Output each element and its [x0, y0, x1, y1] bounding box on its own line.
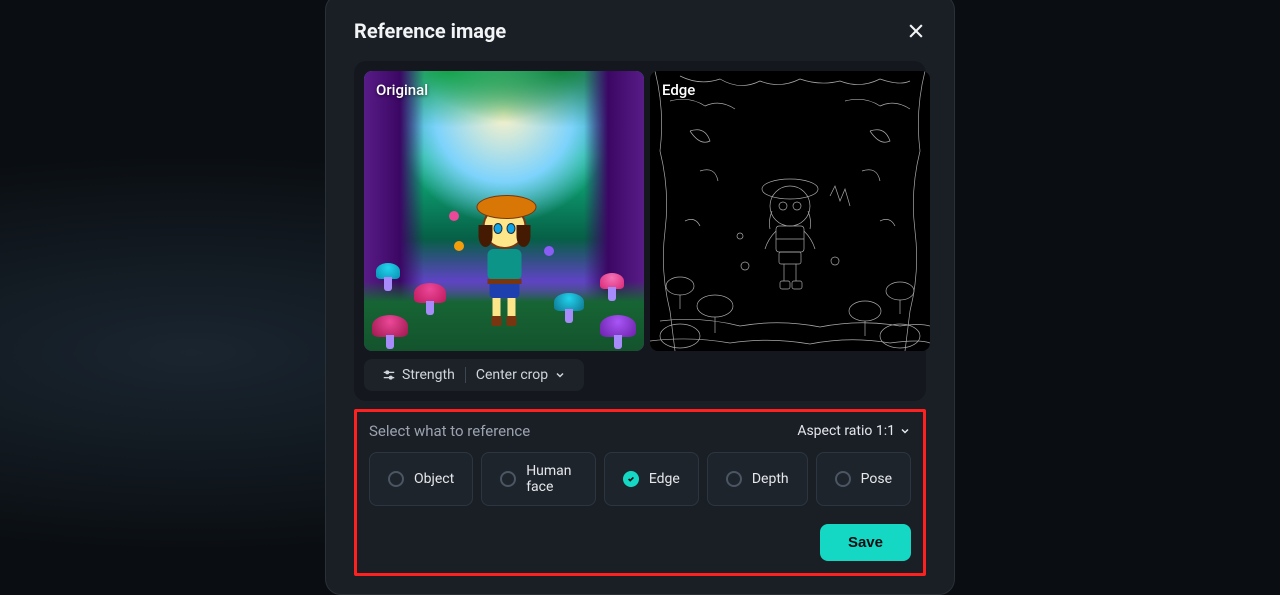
image-comparison-row: Original: [364, 71, 916, 351]
aspect-ratio-label: Aspect ratio 1:1: [797, 423, 895, 439]
option-label: Pose: [861, 471, 892, 487]
checkmark-icon: [627, 475, 635, 483]
section-header: Select what to reference Aspect ratio 1:…: [369, 422, 911, 440]
option-depth[interactable]: Depth: [707, 452, 808, 506]
strength-label: Strength: [402, 367, 455, 383]
crop-label: Center crop: [476, 367, 548, 383]
toolbar-divider: [465, 367, 466, 383]
aspect-ratio-dropdown[interactable]: Aspect ratio 1:1: [797, 423, 911, 439]
section-title: Select what to reference: [369, 422, 530, 440]
option-human-face[interactable]: Human face: [481, 452, 596, 506]
image-preview-panel: Original: [354, 61, 926, 401]
save-button[interactable]: Save: [820, 524, 911, 561]
strength-control[interactable]: Strength: [374, 365, 463, 385]
original-image-container: Original: [364, 71, 644, 351]
radio-unchecked-icon: [726, 471, 742, 487]
option-label: Depth: [752, 471, 789, 487]
option-label: Object: [414, 471, 454, 487]
edge-image-container: Edge: [650, 71, 930, 351]
close-icon[interactable]: [906, 21, 926, 41]
dialog-title: Reference image: [354, 19, 506, 43]
original-image: [364, 71, 644, 351]
image-toolbar: Strength Center crop: [364, 359, 584, 391]
radio-unchecked-icon: [500, 471, 516, 487]
radio-unchecked-icon: [835, 471, 851, 487]
option-label: Edge: [649, 471, 680, 487]
edge-image: [650, 71, 930, 351]
option-label: Human face: [526, 463, 577, 495]
option-object[interactable]: Object: [369, 452, 473, 506]
dialog-footer: Save: [369, 524, 911, 561]
reference-image-dialog: Reference image Original: [325, 0, 955, 595]
original-image-label: Original: [376, 81, 428, 99]
chevron-down-icon: [554, 369, 566, 381]
reference-options-row: Object Human face Edge Depth Pos: [369, 452, 911, 506]
radio-unchecked-icon: [388, 471, 404, 487]
dialog-header: Reference image: [354, 19, 926, 43]
option-pose[interactable]: Pose: [816, 452, 911, 506]
chevron-down-icon: [899, 425, 911, 437]
reference-selection-section: Select what to reference Aspect ratio 1:…: [354, 409, 926, 576]
radio-checked-icon: [623, 471, 639, 487]
sliders-icon: [382, 368, 396, 382]
edge-image-label: Edge: [662, 81, 695, 99]
crop-dropdown[interactable]: Center crop: [468, 365, 574, 385]
option-edge[interactable]: Edge: [604, 452, 699, 506]
